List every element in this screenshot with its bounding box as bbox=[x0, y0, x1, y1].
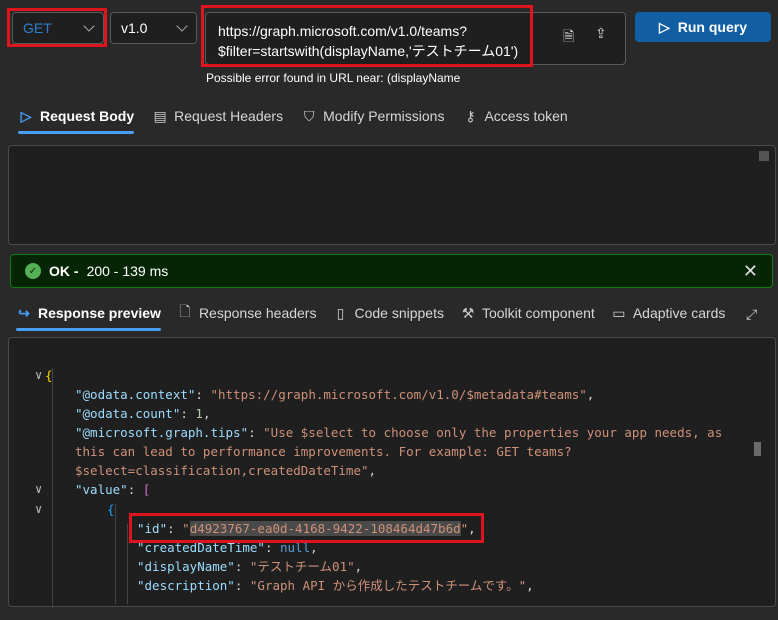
tab-response-preview[interactable]: ↪ Response preview bbox=[16, 299, 161, 331]
send-icon: ▷ bbox=[20, 107, 32, 124]
id-line: "id": "d4923767-ea0d-4168-9422-108464d47… bbox=[137, 521, 476, 536]
id-value: d4923767-ea0d-4168-9422-108464d47b6d bbox=[189, 521, 461, 536]
play-icon: ▷ bbox=[658, 18, 670, 35]
close-icon[interactable]: ✕ bbox=[743, 261, 758, 282]
tab-adaptive-cards[interactable]: ▭ Adaptive cards bbox=[611, 299, 725, 327]
chevron-down-icon[interactable]: ∨ bbox=[35, 480, 42, 500]
document-table-icon: ▤ bbox=[153, 107, 167, 124]
card-icon: ▭ bbox=[612, 304, 626, 321]
document-icon[interactable]: 🗎 bbox=[563, 26, 574, 50]
chevron-down-icon[interactable]: ∨ bbox=[35, 366, 42, 386]
tab-access-token[interactable]: ⚷ Access token bbox=[462, 102, 567, 130]
document-icon: 🗋 bbox=[179, 303, 191, 319]
request-tabs: ▷ Request Body ▤ Request Headers ⛉ Modify P… bbox=[18, 102, 568, 134]
check-circle-icon: ✓ bbox=[25, 263, 41, 279]
version-select[interactable]: v1.0 bbox=[110, 12, 197, 44]
url-error-message: Possible error found in URL near: (displ… bbox=[206, 71, 461, 85]
tab-toolkit-component[interactable]: ⚒ Toolkit component bbox=[460, 299, 595, 327]
response-tabs: ↪ Response preview 🗋 Response headers ▯ Cod… bbox=[16, 299, 725, 331]
expand-icon[interactable]: ⤢ bbox=[746, 306, 757, 323]
tab-code-snippets[interactable]: ▯ Code snippets bbox=[332, 299, 444, 327]
chevron-down-icon[interactable]: ∨ bbox=[35, 500, 42, 520]
tab-request-headers[interactable]: ▤ Request Headers bbox=[152, 102, 284, 130]
code-icon: ▯ bbox=[336, 304, 345, 321]
scrollbar[interactable] bbox=[759, 151, 769, 161]
toolkit-icon: ⚒ bbox=[461, 304, 475, 321]
arrow-icon: ↪ bbox=[18, 304, 30, 321]
key-icon: ⚷ bbox=[465, 107, 476, 124]
tab-modify-permissions[interactable]: ⛉ Modify Permissions bbox=[301, 102, 445, 130]
status-detail: 200 - 139 ms bbox=[86, 263, 169, 279]
run-query-button[interactable]: ▷ Run query bbox=[635, 12, 771, 42]
status-ok: OK - bbox=[49, 263, 79, 279]
shield-icon: ⛉ bbox=[303, 107, 315, 124]
request-body-editor[interactable] bbox=[8, 145, 776, 245]
chevron-down-icon bbox=[176, 20, 188, 32]
url-line-2: $filter=startswith(displayName,'テストチーム01… bbox=[218, 43, 519, 59]
status-bar: ✓ OK - 200 - 139 ms ✕ bbox=[10, 254, 773, 288]
method-select[interactable]: GET bbox=[12, 12, 104, 44]
url-line-1: https://graph.microsoft.com/v1.0/teams? bbox=[218, 23, 467, 39]
share-icon[interactable]: ⇪ bbox=[595, 25, 607, 42]
response-preview: ∨{ "@odata.context": "https://graph.micr… bbox=[8, 337, 776, 608]
tab-response-headers[interactable]: 🗋 Response headers bbox=[177, 299, 316, 327]
chevron-down-icon bbox=[83, 20, 95, 32]
version-value: v1.0 bbox=[121, 20, 148, 36]
tab-request-body[interactable]: ▷ Request Body bbox=[18, 102, 135, 134]
method-value: GET bbox=[23, 20, 52, 36]
